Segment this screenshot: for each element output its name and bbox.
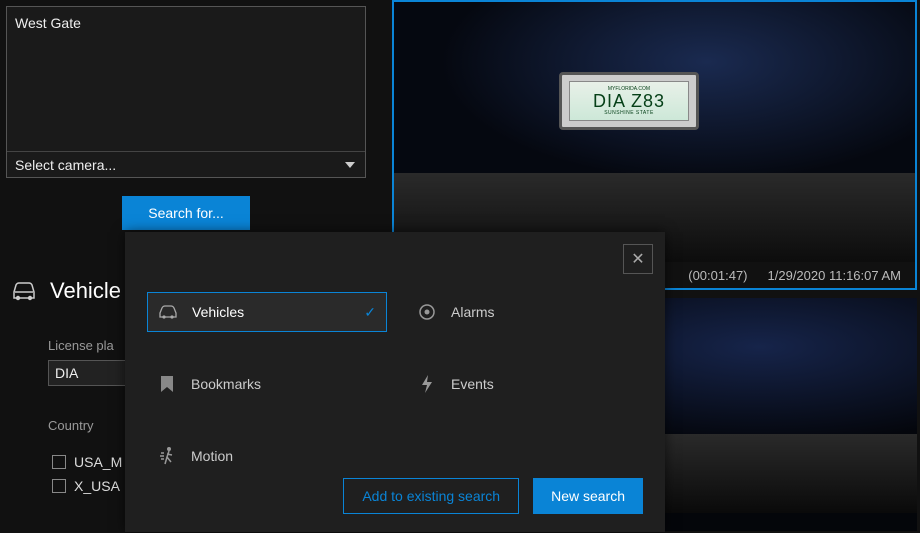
close-button[interactable]: ✕ — [623, 244, 653, 274]
option-motion[interactable]: Motion — [147, 436, 387, 476]
option-vehicles[interactable]: Vehicles ✓ — [147, 292, 387, 332]
camera-name: West Gate — [15, 15, 81, 31]
timestamp: 1/29/2020 11:16:07 AM — [768, 268, 901, 283]
section-header: Vehicle — [10, 278, 121, 304]
option-label: Vehicles — [192, 304, 244, 320]
car-icon — [10, 280, 38, 302]
target-icon — [417, 303, 437, 321]
camera-selection-box: West Gate Select camera... — [6, 6, 366, 178]
bookmark-icon — [157, 375, 177, 393]
bolt-icon — [417, 375, 437, 393]
search-options-grid: Vehicles ✓ Alarms Bookmarks — [147, 292, 647, 476]
motion-icon — [157, 446, 177, 466]
option-label: Alarms — [451, 304, 495, 320]
option-label: Motion — [191, 448, 233, 464]
button-label: New search — [551, 488, 625, 504]
option-bookmarks[interactable]: Bookmarks — [147, 364, 387, 404]
search-for-button[interactable]: Search for... — [122, 196, 250, 230]
chevron-down-icon — [345, 162, 355, 168]
popup-footer: Add to existing search New search — [343, 478, 643, 514]
checkbox-label: X_USA — [74, 478, 120, 494]
option-alarms[interactable]: Alarms — [407, 292, 647, 332]
checkbox-icon — [52, 479, 66, 493]
country-label: Country — [48, 418, 94, 433]
check-icon: ✓ — [364, 304, 376, 321]
camera-select-label: Select camera... — [15, 157, 116, 173]
search-for-label: Search for... — [148, 205, 223, 221]
section-title: Vehicle — [50, 278, 121, 304]
add-to-existing-button[interactable]: Add to existing search — [343, 478, 519, 514]
country-checkbox-x-usa[interactable]: X_USA — [52, 478, 120, 494]
button-label: Add to existing search — [362, 488, 500, 504]
search-for-popup: ✕ Vehicles ✓ Alarms — [125, 232, 665, 532]
license-plate-holder: MYFLORIDA.COM DIA Z83 SUNSHINE STATE — [559, 72, 699, 130]
license-plate: MYFLORIDA.COM DIA Z83 SUNSHINE STATE — [569, 81, 689, 121]
country-checkbox-usa-m[interactable]: USA_M — [52, 454, 122, 470]
car-icon — [158, 304, 178, 320]
close-icon: ✕ — [631, 249, 644, 269]
new-search-button[interactable]: New search — [533, 478, 643, 514]
camera-select-dropdown[interactable]: Select camera... — [7, 151, 365, 177]
plate-sub-text: SUNSHINE STATE — [604, 110, 654, 116]
time-elapsed: (00:01:47) — [688, 268, 747, 283]
option-label: Bookmarks — [191, 376, 261, 392]
checkbox-icon — [52, 455, 66, 469]
checkbox-label: USA_M — [74, 454, 122, 470]
option-label: Events — [451, 376, 494, 392]
option-events[interactable]: Events — [407, 364, 647, 404]
plate-main-text: DIA Z83 — [593, 92, 665, 110]
license-plate-label: License pla — [48, 338, 114, 353]
